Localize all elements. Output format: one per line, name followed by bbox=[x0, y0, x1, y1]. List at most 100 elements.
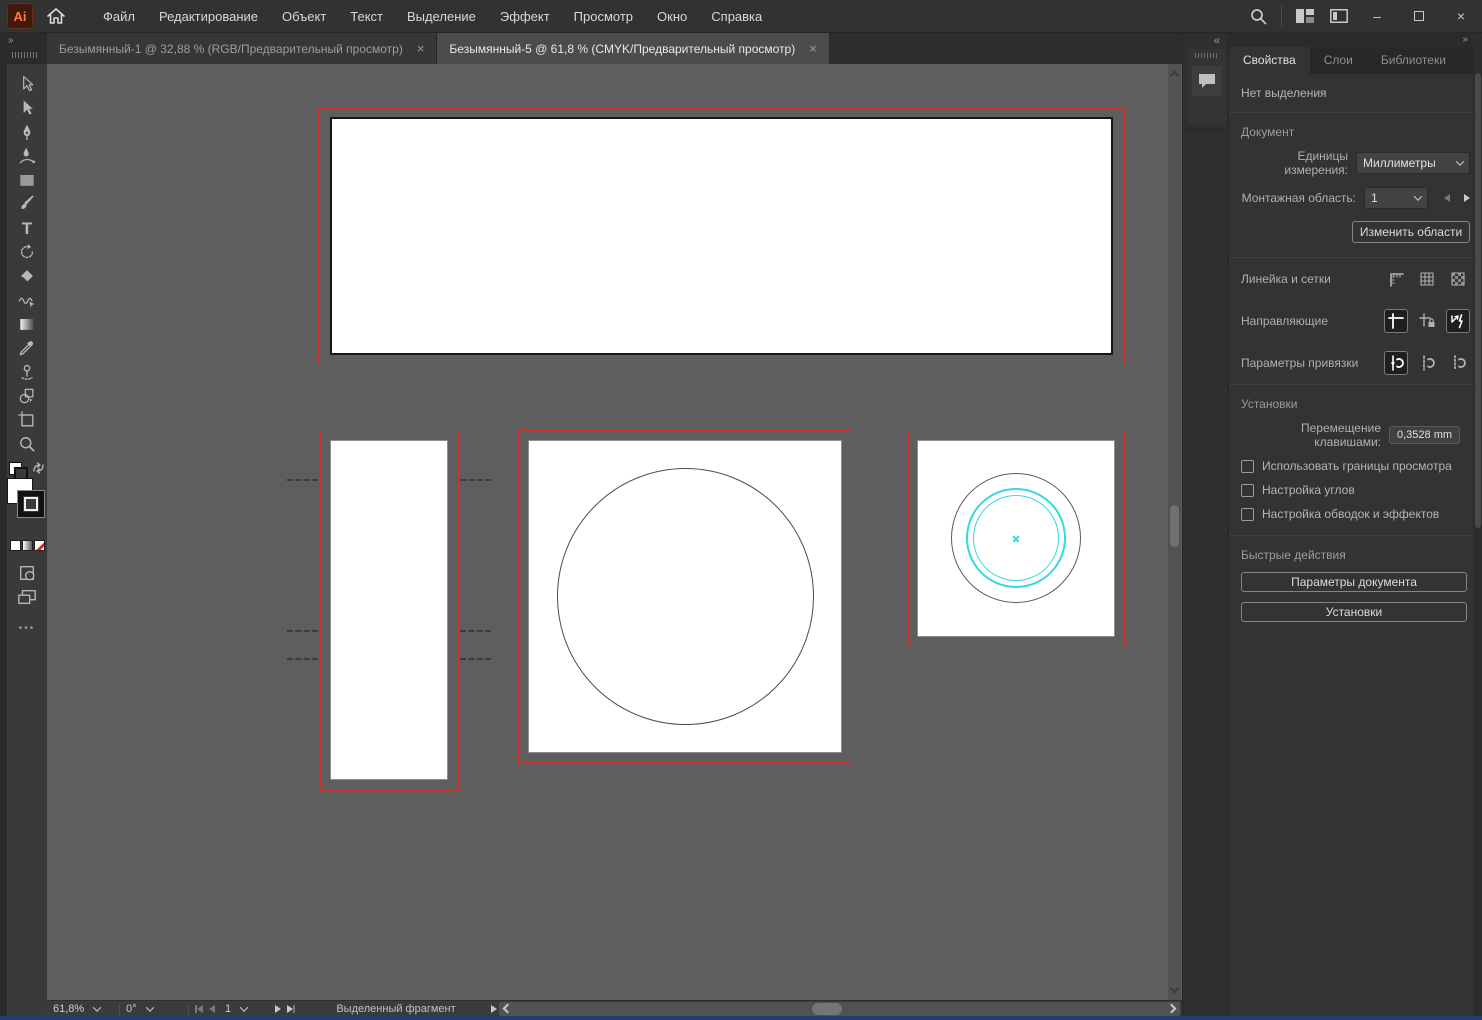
paintbrush-tool[interactable] bbox=[11, 192, 43, 216]
menu-object[interactable]: Объект bbox=[270, 0, 338, 33]
units-select[interactable]: Миллиметры bbox=[1356, 152, 1470, 174]
swap-fill-stroke-icon[interactable] bbox=[32, 462, 45, 477]
shaper-tool[interactable] bbox=[11, 288, 43, 312]
first-artboard-button[interactable] bbox=[195, 1005, 203, 1013]
last-artboard-button[interactable] bbox=[287, 1005, 295, 1013]
screen-mode-button[interactable] bbox=[11, 585, 43, 609]
snap-to-grid-icon[interactable] bbox=[1415, 351, 1439, 375]
more-tools-button[interactable]: ••• bbox=[19, 623, 36, 634]
curvature-tool[interactable] bbox=[11, 144, 43, 168]
document-tab-1[interactable]: Безымянный-1 @ 32,88 % (RGB/Предваритель… bbox=[47, 33, 437, 64]
artboard-number-select[interactable]: 1 bbox=[221, 1001, 269, 1017]
status-menu-arrow-icon[interactable] bbox=[491, 1005, 497, 1013]
lock-guides-icon[interactable] bbox=[1415, 309, 1439, 333]
previous-artboard-button[interactable] bbox=[209, 1005, 215, 1013]
artboard-1[interactable] bbox=[330, 117, 1113, 355]
rotate-tool[interactable] bbox=[11, 240, 43, 264]
zoom-level-select[interactable]: 61,8% bbox=[47, 1001, 119, 1017]
canvas[interactable] bbox=[47, 64, 1182, 1000]
document-section-header: Документ bbox=[1241, 113, 1470, 139]
toolbar-expand-icon[interactable]: » bbox=[8, 35, 14, 46]
default-fill-stroke-icon[interactable] bbox=[9, 462, 22, 475]
status-display[interactable]: Выделенный фрагмент bbox=[301, 1003, 491, 1015]
zoom-level-value: 61,8% bbox=[53, 1003, 84, 1015]
scroll-down-icon[interactable] bbox=[1170, 984, 1180, 994]
panel-collapse-icon[interactable]: » bbox=[1229, 33, 1482, 47]
transparency-grid-icon[interactable] bbox=[1446, 267, 1470, 291]
show-rulers-icon[interactable] bbox=[1384, 267, 1408, 291]
panel-scrollbar[interactable] bbox=[1473, 33, 1482, 1016]
shape-builder-tool[interactable] bbox=[11, 384, 43, 408]
gradient-tool[interactable] bbox=[11, 312, 43, 336]
menu-select[interactable]: Выделение bbox=[395, 0, 488, 33]
workspace-switcher-icon[interactable] bbox=[1288, 0, 1322, 33]
rectangle-tool[interactable] bbox=[11, 168, 43, 192]
preferences-button[interactable]: Установки bbox=[1241, 602, 1467, 622]
preview-bounds-checkbox[interactable] bbox=[1241, 460, 1254, 473]
arrange-documents-icon[interactable] bbox=[1322, 0, 1356, 33]
panel-scrollbar-thumb[interactable] bbox=[1475, 73, 1481, 528]
edit-artboards-button[interactable]: Изменить области bbox=[1352, 221, 1470, 243]
menu-file[interactable]: Файл bbox=[91, 0, 147, 33]
dock-expand-icon[interactable]: « bbox=[1214, 35, 1220, 47]
scroll-right-icon[interactable] bbox=[1167, 1003, 1177, 1013]
home-icon[interactable] bbox=[47, 8, 65, 24]
menu-type[interactable]: Текст bbox=[338, 0, 395, 33]
none-chip[interactable] bbox=[34, 540, 45, 551]
artboard-select-value: 1 bbox=[1371, 191, 1378, 205]
tab-libraries[interactable]: Библиотеки bbox=[1367, 47, 1460, 74]
show-guides-icon[interactable] bbox=[1384, 309, 1408, 333]
comments-panel-button[interactable] bbox=[1192, 66, 1222, 96]
smart-guides-icon[interactable] bbox=[1446, 309, 1470, 333]
type-tool[interactable]: T bbox=[11, 216, 43, 240]
pen-tool[interactable] bbox=[11, 120, 43, 144]
menu-window[interactable]: Окно bbox=[645, 0, 699, 33]
vertical-scrollbar[interactable] bbox=[1168, 64, 1181, 1000]
artboard-tool[interactable] bbox=[11, 408, 43, 432]
snap-to-point-icon[interactable] bbox=[1384, 351, 1408, 375]
document-tab-2[interactable]: Безымянный-5 @ 61,8 % (CMYK/Предваритель… bbox=[437, 33, 829, 64]
toolbar-grip-handle[interactable] bbox=[12, 52, 38, 58]
search-icon[interactable] bbox=[1241, 0, 1275, 33]
gradient-chip[interactable] bbox=[22, 540, 33, 551]
tab-properties[interactable]: Свойства bbox=[1229, 47, 1310, 74]
rotation-select[interactable]: 0° bbox=[120, 1001, 188, 1017]
menu-view[interactable]: Просмотр bbox=[562, 0, 645, 33]
horizontal-scrollbar[interactable] bbox=[499, 1002, 1180, 1016]
scroll-up-icon[interactable] bbox=[1170, 71, 1180, 81]
color-chip[interactable] bbox=[10, 540, 21, 551]
scale-strokes-checkbox[interactable] bbox=[1241, 508, 1254, 521]
eyedropper-tool[interactable] bbox=[11, 336, 43, 360]
circle-shape[interactable] bbox=[557, 468, 814, 725]
horizontal-scrollbar-thumb[interactable] bbox=[812, 1003, 842, 1015]
stroke-color-swatch[interactable] bbox=[18, 491, 44, 517]
vertical-scrollbar-thumb[interactable] bbox=[1170, 505, 1179, 547]
next-artboard-button[interactable] bbox=[275, 1005, 281, 1013]
scale-corners-checkbox[interactable] bbox=[1241, 484, 1254, 497]
close-button[interactable]: × bbox=[1440, 0, 1482, 33]
document-tab-1-close-icon[interactable]: × bbox=[417, 41, 425, 56]
previous-artboard-icon[interactable] bbox=[1444, 194, 1450, 202]
tab-layers[interactable]: Слои bbox=[1310, 47, 1367, 74]
eraser-tool[interactable] bbox=[11, 264, 43, 288]
zoom-tool[interactable] bbox=[11, 432, 43, 456]
dock-grip-handle[interactable] bbox=[1195, 53, 1219, 58]
document-tab-2-close-icon[interactable]: × bbox=[809, 41, 817, 56]
next-artboard-icon[interactable] bbox=[1464, 194, 1470, 202]
maximize-button[interactable] bbox=[1398, 0, 1440, 33]
direct-selection-tool[interactable] bbox=[11, 96, 43, 120]
show-grid-icon[interactable] bbox=[1415, 267, 1439, 291]
puppet-warp-tool[interactable] bbox=[11, 360, 43, 384]
snap-to-pixel-icon[interactable] bbox=[1446, 351, 1470, 375]
menu-edit[interactable]: Редактирование bbox=[147, 0, 270, 33]
menu-help[interactable]: Справка bbox=[699, 0, 774, 33]
minimize-button[interactable]: – bbox=[1356, 0, 1398, 33]
menu-effect[interactable]: Эффект bbox=[488, 0, 562, 33]
drawing-modes-button[interactable] bbox=[11, 561, 43, 585]
artboard-2[interactable] bbox=[330, 440, 448, 780]
scroll-left-icon[interactable] bbox=[503, 1003, 513, 1013]
artboard-select[interactable]: 1 bbox=[1364, 187, 1428, 209]
selection-tool[interactable] bbox=[11, 72, 43, 96]
document-setup-button[interactable]: Параметры документа bbox=[1241, 572, 1467, 592]
keyboard-increment-value[interactable]: 0,3528 mm bbox=[1389, 426, 1460, 444]
